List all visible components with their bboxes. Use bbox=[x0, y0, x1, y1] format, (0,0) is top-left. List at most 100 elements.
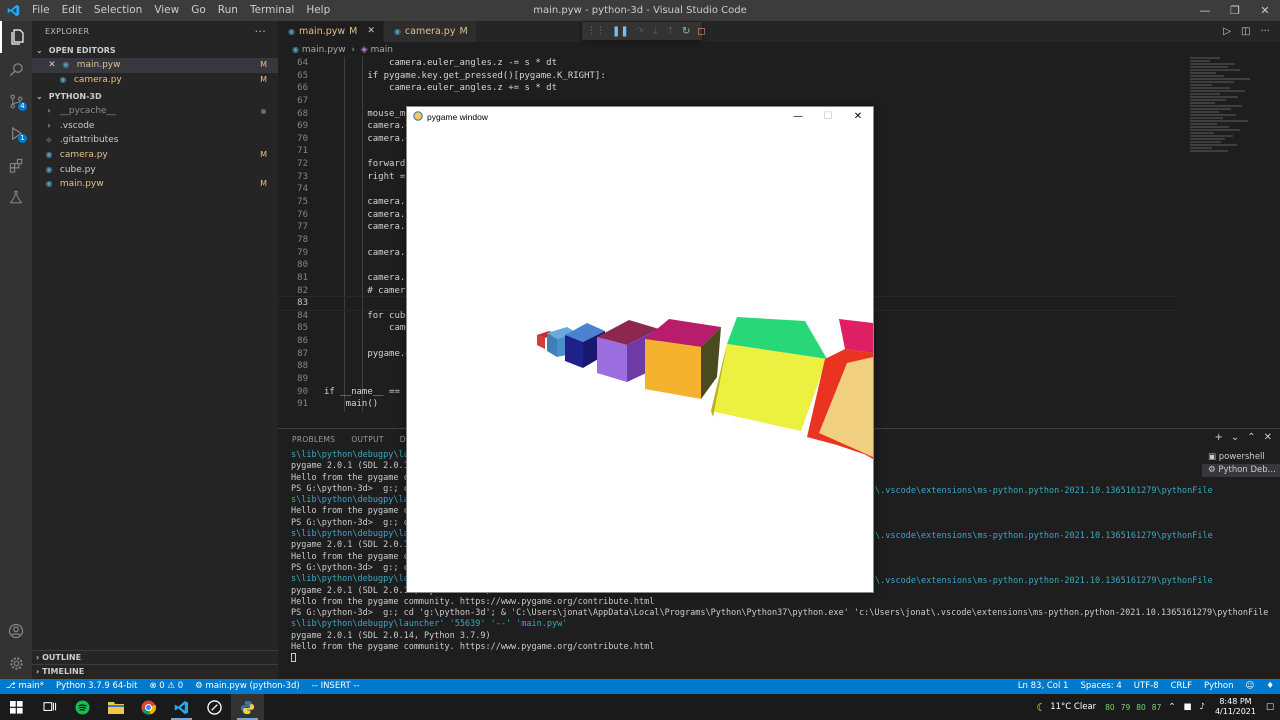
open-editor-item[interactable]: ◉ camera.py M bbox=[32, 73, 278, 88]
tree-folder[interactable]: › __pycache__ bbox=[32, 104, 278, 119]
python-interpreter[interactable]: Python 3.7.9 64-bit bbox=[50, 679, 143, 694]
run-debug-icon[interactable]: 1 bbox=[0, 117, 32, 149]
branch-indicator[interactable]: ⎇ main* bbox=[0, 679, 50, 694]
tab-output[interactable]: OUTPUT bbox=[351, 435, 383, 444]
tree-file[interactable]: ◆ .gitattributes bbox=[32, 133, 278, 148]
drag-handle-icon[interactable]: ⋮⋮ bbox=[587, 26, 605, 36]
tab-modified: M bbox=[349, 26, 358, 37]
stop-icon[interactable]: ◻ bbox=[697, 26, 705, 37]
terminal-line: pygame 2.0.1 (SDL 2.0.14, Python 3.7.9) bbox=[291, 631, 1201, 642]
close-panel-icon[interactable]: ✕ bbox=[1264, 432, 1272, 443]
network-icon[interactable]: ■ bbox=[1183, 702, 1191, 712]
indentation[interactable]: Spaces: 4 bbox=[1074, 679, 1127, 694]
account-icon[interactable] bbox=[0, 615, 32, 647]
restore-icon[interactable]: ❐ bbox=[1220, 0, 1250, 21]
code-line[interactable]: 65 if pygame.key.get_pressed()[pygame.K_… bbox=[278, 70, 1178, 83]
terminal-item-python-debug[interactable]: ⚙ Python Deb... bbox=[1202, 464, 1280, 477]
explorer-icon[interactable] bbox=[0, 21, 32, 53]
tab-problems[interactable]: PROBLEMS bbox=[292, 435, 335, 444]
settings-gear-icon[interactable] bbox=[0, 647, 32, 679]
timeline-section[interactable]: › TIMELINE bbox=[32, 664, 278, 678]
notifications-bell-icon[interactable]: ♦ bbox=[1260, 679, 1280, 694]
minimap-line bbox=[1190, 141, 1221, 143]
terminal-item-powershell[interactable]: ▣ powershell bbox=[1202, 451, 1280, 464]
minimize-icon[interactable]: — bbox=[783, 107, 813, 127]
terminal-line-text: pygame 2.0.1 (SDL 2.0.14, Python 3.7.9) bbox=[291, 630, 491, 641]
modified-badge: M bbox=[260, 179, 267, 189]
project-title: PYTHON-3D bbox=[48, 92, 102, 102]
menu-view[interactable]: View bbox=[148, 0, 185, 21]
step-out-icon[interactable]: ↑ bbox=[667, 26, 675, 37]
pygame-window[interactable]: pygame window — ☐ ✕ bbox=[406, 106, 874, 593]
vscode-taskbar-icon[interactable] bbox=[165, 694, 198, 720]
debug-target[interactable]: ⚙ main.pyw (python-3d) bbox=[189, 679, 306, 694]
notification-center-icon[interactable]: □ bbox=[1266, 702, 1274, 712]
line-number: 69 bbox=[297, 121, 308, 132]
menu-edit[interactable]: Edit bbox=[56, 0, 88, 21]
maximize-icon[interactable]: ☐ bbox=[813, 107, 843, 127]
pause-icon[interactable]: ❚❚ bbox=[612, 26, 629, 37]
volume-icon[interactable]: ♪ bbox=[1200, 702, 1205, 712]
open-editors-section[interactable]: ⌄ OPEN EDITORS bbox=[32, 43, 278, 58]
tree-folder[interactable]: › .vscode bbox=[32, 119, 278, 134]
minimap-line bbox=[1190, 108, 1231, 110]
spotify-icon[interactable] bbox=[66, 694, 99, 720]
step-into-icon[interactable]: ↓ bbox=[651, 26, 659, 37]
breadcrumb: ◉ main.pyw › ◈ main bbox=[278, 42, 393, 58]
testing-flask-icon[interactable] bbox=[0, 181, 32, 213]
close-tab-icon[interactable]: ✕ bbox=[367, 21, 375, 42]
outline-section[interactable]: › OUTLINE bbox=[32, 650, 278, 664]
file-explorer-icon[interactable] bbox=[99, 694, 132, 720]
source-control-icon[interactable]: 4 bbox=[0, 85, 32, 117]
tree-file[interactable]: ◉ main.pyw M bbox=[32, 177, 278, 192]
run-file-icon[interactable]: ▷ bbox=[1223, 26, 1231, 37]
more-actions-icon[interactable]: ··· bbox=[1260, 26, 1270, 37]
more-actions-icon[interactable]: ··· bbox=[255, 21, 266, 43]
code-line[interactable]: 64 camera.euler_angles.z -= s * dt bbox=[278, 57, 1178, 70]
code-line[interactable]: 66 camera.euler_angles.z += s * dt bbox=[278, 82, 1178, 95]
tab-main-pyw[interactable]: ◉ main.pyw M ✕ bbox=[278, 21, 384, 42]
chrome-icon[interactable] bbox=[132, 694, 165, 720]
windows-start-icon[interactable] bbox=[0, 694, 33, 720]
new-terminal-icon[interactable]: + bbox=[1214, 432, 1222, 443]
project-section[interactable]: ⌄ PYTHON-3D bbox=[32, 89, 278, 104]
open-editor-item[interactable]: ✕ ◉ main.pyw M bbox=[32, 58, 278, 73]
menu-terminal[interactable]: Terminal bbox=[244, 0, 300, 21]
close-icon[interactable]: ✕ bbox=[1250, 0, 1280, 21]
chevron-up-icon[interactable]: ⌃ bbox=[1168, 702, 1175, 712]
encoding[interactable]: UTF-8 bbox=[1128, 679, 1165, 694]
clock[interactable]: 8:48 PM 4/11/2021 bbox=[1215, 697, 1256, 717]
cursor-position[interactable]: Ln 83, Col 1 bbox=[1012, 679, 1075, 694]
chevron-up-icon[interactable]: ⌃ bbox=[1247, 432, 1255, 443]
tab-camera-py[interactable]: ◉ camera.py M bbox=[383, 21, 477, 42]
language-mode[interactable]: Python bbox=[1198, 679, 1239, 694]
minimap[interactable] bbox=[1190, 57, 1270, 177]
breadcrumb-file[interactable]: main.pyw bbox=[302, 45, 346, 55]
end-of-line[interactable]: CRLF bbox=[1165, 679, 1198, 694]
task-view-icon[interactable] bbox=[33, 694, 66, 720]
menu-help[interactable]: Help bbox=[300, 0, 336, 21]
restart-icon[interactable]: ↻ bbox=[682, 26, 690, 37]
breadcrumb-symbol[interactable]: main bbox=[370, 45, 393, 55]
close-editor-icon[interactable]: ✕ bbox=[46, 58, 58, 73]
python-taskbar-icon[interactable] bbox=[231, 694, 264, 720]
line-number: 84 bbox=[297, 310, 308, 321]
close-icon[interactable]: ✕ bbox=[843, 107, 873, 127]
menu-file[interactable]: File bbox=[26, 0, 56, 21]
menu-selection[interactable]: Selection bbox=[88, 0, 148, 21]
menu-run[interactable]: Run bbox=[212, 0, 244, 21]
minimize-icon[interactable]: — bbox=[1190, 0, 1220, 21]
weather-text[interactable]: 11°C Clear bbox=[1050, 702, 1096, 712]
feedback-icon[interactable]: ☺ bbox=[1240, 679, 1261, 694]
extensions-icon[interactable] bbox=[0, 149, 32, 181]
tray-stat: 80 bbox=[1136, 702, 1146, 712]
split-editor-icon[interactable]: ◫ bbox=[1241, 26, 1250, 37]
step-over-icon[interactable]: ↷ bbox=[636, 26, 644, 37]
menu-go[interactable]: Go bbox=[185, 0, 212, 21]
tree-file[interactable]: ◉ cube.py bbox=[32, 163, 278, 178]
problems-count[interactable]: ⊗ 0 ⚠ 0 bbox=[143, 679, 189, 694]
search-icon[interactable] bbox=[0, 53, 32, 85]
github-desktop-icon[interactable] bbox=[198, 694, 231, 720]
tree-file[interactable]: ◉ camera.py M bbox=[32, 148, 278, 163]
chevron-down-icon[interactable]: ⌄ bbox=[1231, 432, 1239, 443]
